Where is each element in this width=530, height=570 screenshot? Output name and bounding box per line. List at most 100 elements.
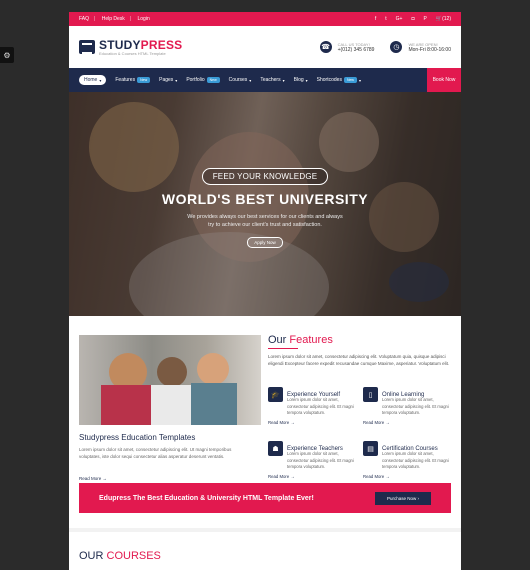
features-text: Lorem ipsum dolor sit amet, consectetur … (268, 354, 450, 366)
nav-item-courses[interactable]: Courses ▾ (229, 77, 252, 83)
feature-read-more[interactable]: Read More → (268, 420, 356, 425)
feature-desc: Lorem ipsum dolor sit amet, consectetur … (382, 451, 449, 469)
button-label: Purchase Now (386, 496, 417, 501)
social-links: f t G+ ◘ P 🛒(12) (375, 16, 451, 22)
hours-contact: ◷ WE ARE OPEN! Mon-Fri 8:00-16:00 (390, 41, 451, 53)
teacher-icon: ☗ (268, 441, 283, 456)
hero-title: WORLD'S BEST UNIVERSITY (161, 191, 369, 207)
purchase-now-button[interactable]: Purchase Now › (375, 492, 431, 505)
features-title-main: Our (268, 334, 290, 346)
feature-desc: Lorem ipsum dolor sit amet, consectetur … (287, 397, 354, 415)
feature-item: ☗ Experience Teachers Lorem ipsum dolor s… (268, 441, 356, 479)
graduation-icon: 🎓 (268, 387, 283, 402)
hero-pill: FEED YOUR KNOWLEDGE (201, 168, 329, 185)
nav-item-teachers[interactable]: Teachers ▾ (260, 77, 284, 83)
nav-item-home[interactable]: Home ▾ (79, 75, 107, 85)
students-image (79, 335, 261, 425)
new-badge: New (206, 77, 220, 83)
features-section: Studypress Education Templates Lorem ips… (69, 316, 461, 528)
facebook-icon[interactable]: f (375, 16, 376, 22)
new-badge: New (343, 77, 357, 83)
courses-title: OUR COURSES (79, 550, 161, 562)
nav-item-blog[interactable]: Blog ▾ (294, 77, 308, 83)
settings-tab[interactable]: ⚙ (0, 47, 14, 63)
website-frame: FAQ | Help Desk | Login f t G+ ◘ P 🛒(12) S… (69, 12, 461, 570)
nav-item-portfolio[interactable]: Portfolio New (186, 77, 220, 83)
chevron-down-icon: ▾ (175, 77, 178, 83)
main-nav: Home ▾ Features New Pages ▾ Portfolio New Co… (69, 68, 461, 92)
student-figure (151, 385, 191, 425)
sliders-icon: ⚙ (3, 50, 11, 60)
top-bar: FAQ | Help Desk | Login f t G+ ◘ P 🛒(12) (69, 12, 461, 26)
chevron-right-icon: › (417, 496, 420, 501)
open-value: Mon-Fri 8:00-16:00 (408, 46, 451, 53)
feature-item: 🎓 Experience Yourself Lorem ipsum dolor s… (268, 387, 356, 425)
feature-read-more[interactable]: Read More → (363, 474, 451, 479)
header-contacts: ☎ CALL US TODAY! +(012) 345 6789 ◷ WE AR… (319, 41, 451, 53)
top-links: FAQ | Help Desk | Login (79, 16, 155, 22)
certificate-icon: ▤ (363, 441, 378, 456)
book-now-button[interactable]: Book Now (427, 68, 461, 92)
clock-icon: ◷ (390, 41, 403, 53)
nav-label: Pages (159, 77, 174, 83)
feature-item: ▯ Online Learning Lorem ipsum dolor sit a… (363, 387, 451, 425)
nav-item-pages[interactable]: Pages ▾ (159, 77, 177, 83)
feature-desc: Lorem ipsum dolor sit amet, consectetur … (382, 397, 449, 415)
faq-link[interactable]: FAQ (79, 16, 89, 22)
feature-desc: Lorem ipsum dolor sit amet, consectetur … (287, 451, 354, 469)
hero-text: We provides always our best services for… (187, 214, 343, 228)
promo-banner: Edupress The Best Education & University… (79, 483, 451, 513)
nav-label: Teachers (260, 77, 281, 83)
nav-item-features[interactable]: Features New (115, 77, 151, 83)
hero-caption: FEED YOUR KNOWLEDGE WORLD'S BEST UNIVERS… (69, 168, 461, 248)
logo-accent: PRESS (140, 37, 183, 52)
feature-read-more[interactable]: Read More → (268, 474, 356, 479)
chevron-down-icon: ▾ (305, 77, 308, 83)
student-figure (101, 385, 151, 425)
nav-label: Blog (293, 77, 304, 83)
student-figure (197, 353, 229, 385)
chevron-down-icon: ▾ (99, 77, 102, 83)
nav-label: Courses (228, 77, 248, 83)
nav-label: Home (84, 77, 98, 83)
courses-title-accent: COURSES (106, 550, 161, 562)
chevron-down-icon: ▾ (358, 77, 361, 83)
left-read-more[interactable]: Read More → (79, 476, 107, 481)
feature-read-more[interactable]: Read More → (363, 420, 451, 425)
cart-count: (12) (442, 16, 451, 22)
student-figure (157, 357, 187, 387)
nav-label: Portfolio (186, 77, 205, 83)
call-value[interactable]: +(012) 345 6789 (338, 47, 375, 53)
separator: | (129, 16, 132, 22)
logo-primary: STUDY (99, 37, 141, 52)
apply-now-button[interactable]: Apply Now (247, 237, 283, 248)
courses-section: OUR COURSES (69, 532, 461, 570)
instagram-icon[interactable]: ◘ (411, 16, 414, 22)
book-icon (79, 40, 95, 54)
pinterest-icon[interactable]: P (424, 16, 427, 22)
logo-tagline: Education & Courses HTML Template (99, 50, 166, 56)
left-title: Studypress Education Templates (79, 433, 196, 442)
hero-slider: FEED YOUR KNOWLEDGE WORLD'S BEST UNIVERS… (69, 92, 461, 316)
help-desk-link[interactable]: Help Desk (102, 16, 125, 22)
features-title: Our Features (268, 334, 333, 346)
nav-label: Shortcodes (316, 77, 342, 83)
feature-item: ▤ Certification Courses Lorem ipsum dolor… (363, 441, 451, 479)
separator: | (94, 16, 96, 22)
nav-label: Features (115, 77, 136, 83)
phone-icon: ☎ (319, 41, 332, 53)
banner-text: Edupress The Best Education & University… (99, 494, 314, 502)
twitter-icon[interactable]: t (385, 16, 386, 22)
site-logo[interactable]: STUDYPRESS Education & Courses HTML Temp… (79, 39, 182, 56)
courses-title-main: OUR (79, 550, 107, 562)
google-plus-icon[interactable]: G+ (396, 16, 403, 22)
login-link[interactable]: Login (138, 16, 150, 22)
chevron-down-icon: ▾ (282, 77, 285, 83)
nav-item-shortcodes[interactable]: Shortcodes New ▾ (317, 77, 361, 83)
title-underline (268, 348, 298, 349)
cart-link[interactable]: 🛒(12) (436, 16, 451, 22)
left-text: Lorem ipsum dolor sit amet, consectetur … (79, 447, 232, 459)
student-figure (191, 383, 237, 425)
mobile-icon: ▯ (363, 387, 378, 402)
features-title-accent: Features (289, 334, 333, 346)
